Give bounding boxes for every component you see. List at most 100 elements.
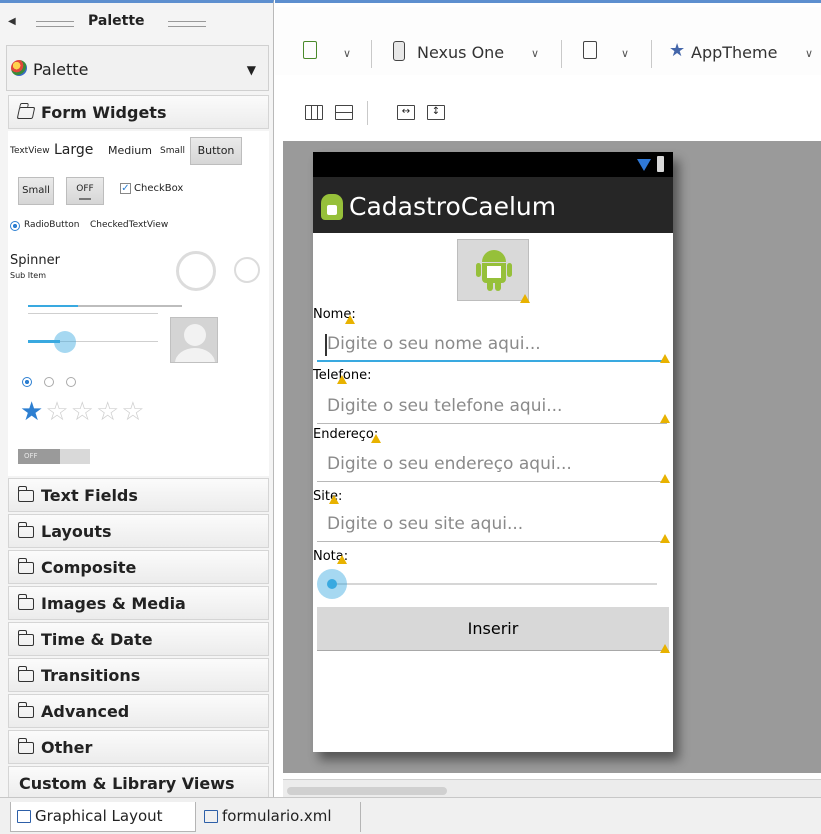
- seekbar-track: [331, 583, 657, 585]
- status-bar: [313, 152, 673, 177]
- layout-file-icon[interactable]: [303, 41, 317, 59]
- warning-icon[interactable]: [371, 434, 381, 443]
- section-other[interactable]: Other: [8, 730, 269, 764]
- warning-icon[interactable]: [660, 474, 670, 483]
- endereco-input[interactable]: [327, 452, 657, 476]
- chevron-down-icon[interactable]: ∨: [343, 47, 351, 60]
- palette-panel: ◀ Palette Palette ▼ Form Widgets TextVie…: [0, 0, 274, 800]
- widget-spinner[interactable]: Spinner: [10, 253, 60, 268]
- action-bar: CadastroCaelum: [313, 177, 673, 233]
- form-widgets-list: TextView Large Medium Small Button Small…: [8, 131, 269, 476]
- widget-textview[interactable]: TextView: [10, 146, 50, 156]
- warning-icon[interactable]: [329, 495, 339, 504]
- switch-thumb: OFF: [18, 449, 60, 464]
- widget-medium-text[interactable]: Medium: [108, 144, 152, 157]
- edit-telefone[interactable]: [317, 390, 667, 424]
- section-text-fields[interactable]: Text Fields: [8, 478, 269, 512]
- section-layouts[interactable]: Layouts: [8, 514, 269, 548]
- section-images-media[interactable]: Images & Media: [8, 586, 269, 620]
- folder-icon: [17, 630, 34, 646]
- radio-checked-icon[interactable]: [22, 377, 32, 387]
- edit-endereco[interactable]: [317, 448, 667, 482]
- widget-small-button[interactable]: Small: [18, 177, 54, 205]
- section-transitions[interactable]: Transitions: [8, 658, 269, 692]
- theme-selector[interactable]: AppTheme: [691, 43, 777, 62]
- widget-small-text[interactable]: Small: [160, 146, 185, 156]
- fill-height-icon[interactable]: ↕: [427, 105, 445, 120]
- palette-selector[interactable]: Palette ▼: [6, 45, 269, 91]
- device-phone-icon[interactable]: [393, 41, 405, 61]
- tab-graphical-layout[interactable]: Graphical Layout: [10, 802, 196, 832]
- star-empty-icon: ☆: [121, 397, 147, 427]
- folder-open-icon: [16, 107, 36, 119]
- widget-switch[interactable]: OFF: [18, 449, 90, 464]
- warning-icon[interactable]: [660, 534, 670, 543]
- tab-formulario-xml[interactable]: formulario.xml: [198, 802, 358, 832]
- section-label: Custom & Library Views: [19, 774, 235, 793]
- widget-large-text[interactable]: Large: [54, 142, 93, 158]
- device-screen[interactable]: CadastroCaelum Nome: Telefone: Endereço:…: [313, 152, 673, 752]
- nome-input[interactable]: [327, 332, 657, 356]
- layout-toolbar: ↔ ↕: [275, 93, 821, 133]
- inserir-button[interactable]: Inserir: [317, 607, 669, 651]
- dropdown-arrow-icon: ▼: [246, 63, 256, 77]
- widget-toggle-button[interactable]: OFF: [66, 177, 104, 205]
- section-label: Composite: [41, 558, 137, 577]
- collapse-arrow-icon[interactable]: ◀: [8, 16, 16, 27]
- section-label: Images & Media: [41, 594, 186, 613]
- device-selector[interactable]: Nexus One: [417, 43, 504, 62]
- widget-checkbox[interactable]: CheckBox: [134, 183, 183, 194]
- rating-bar[interactable]: ★☆☆☆☆: [20, 399, 147, 425]
- app-launcher-icon: [321, 194, 343, 220]
- warning-icon[interactable]: [337, 555, 347, 564]
- edit-nome[interactable]: [317, 328, 667, 362]
- warning-icon[interactable]: [520, 294, 530, 303]
- section-composite[interactable]: Composite: [8, 550, 269, 584]
- star-empty-icon: ☆: [70, 397, 96, 427]
- seekbar-thumb-icon[interactable]: [317, 569, 347, 599]
- progress-large-icon: [176, 251, 216, 291]
- radio-checked-icon[interactable]: [10, 221, 20, 231]
- tab-label: formulario.xml: [222, 807, 332, 825]
- photo-image-button[interactable]: [457, 239, 529, 301]
- section-label: Layouts: [41, 522, 112, 541]
- fill-width-icon[interactable]: ↔: [397, 105, 415, 120]
- warning-icon[interactable]: [660, 354, 670, 363]
- vertical-layout-icon[interactable]: [305, 105, 323, 120]
- nota-seekbar[interactable]: [317, 569, 657, 599]
- theme-star-icon[interactable]: ★: [669, 40, 685, 61]
- seekbar-thumb-icon[interactable]: [54, 331, 76, 353]
- chevron-down-icon[interactable]: ∨: [805, 47, 813, 60]
- editor-tabs: Graphical Layout formulario.xml: [0, 797, 821, 834]
- section-form-widgets[interactable]: Form Widgets: [8, 95, 269, 129]
- drag-grip-icon[interactable]: [36, 21, 74, 27]
- warning-icon[interactable]: [337, 375, 347, 384]
- site-input[interactable]: [327, 512, 657, 536]
- widget-button[interactable]: Button: [190, 137, 242, 165]
- widget-radiobutton[interactable]: RadioButton: [24, 220, 79, 230]
- section-time-date[interactable]: Time & Date: [8, 622, 269, 656]
- warning-icon[interactable]: [345, 315, 355, 324]
- section-custom-library-views[interactable]: Custom & Library Views: [8, 766, 269, 800]
- toolbar-separator: [371, 40, 372, 68]
- widget-checkedtextview[interactable]: CheckedTextView: [90, 220, 168, 230]
- palette-header: ◀ Palette: [8, 13, 270, 35]
- chevron-down-icon[interactable]: ∨: [621, 47, 629, 60]
- telefone-input[interactable]: [327, 394, 657, 418]
- drag-grip-icon[interactable]: [168, 21, 206, 27]
- scrollbar-thumb[interactable]: [287, 787, 447, 795]
- chevron-down-icon[interactable]: ∨: [531, 47, 539, 60]
- warning-icon[interactable]: [660, 644, 670, 653]
- progress-bar-secondary: [28, 313, 158, 314]
- warning-icon[interactable]: [660, 414, 670, 423]
- checkbox-checked-icon[interactable]: ✓: [120, 183, 131, 194]
- tab-separator: [360, 802, 361, 832]
- palette-icon: [11, 60, 27, 76]
- toolbar-separator: [367, 101, 368, 125]
- folder-icon: [17, 486, 34, 502]
- radio-unchecked-icon[interactable]: [66, 377, 76, 387]
- edit-site[interactable]: [317, 508, 667, 542]
- radio-unchecked-icon[interactable]: [44, 377, 54, 387]
- section-advanced[interactable]: Advanced: [8, 694, 269, 728]
- rotate-screen-icon[interactable]: [583, 41, 597, 59]
